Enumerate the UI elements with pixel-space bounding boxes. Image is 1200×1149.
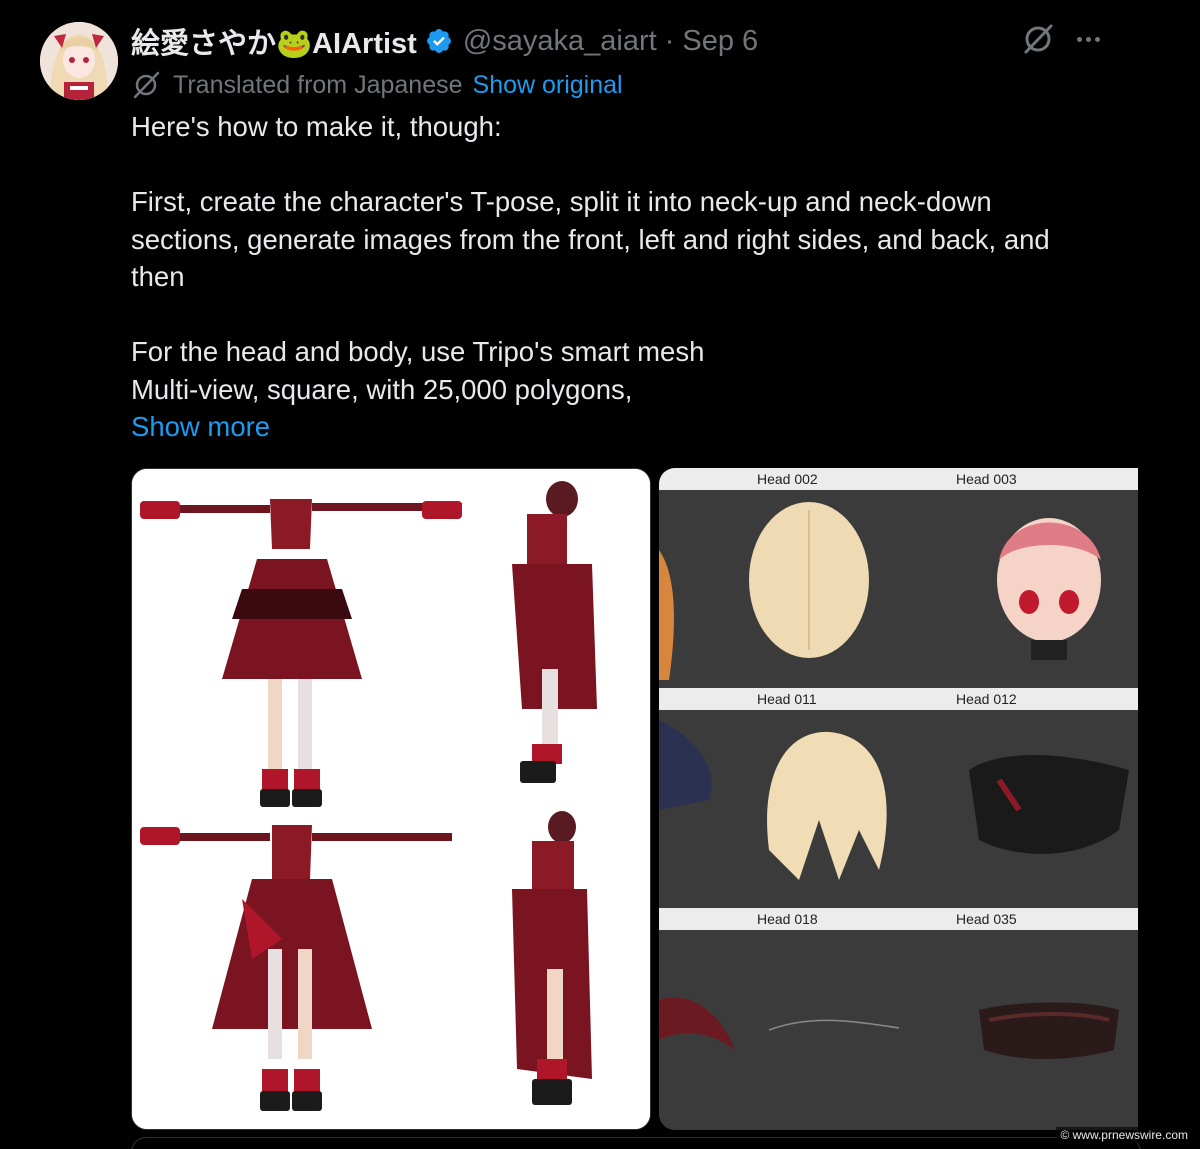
- tweet-line: First, create the character's T-pose, sp…: [131, 186, 992, 217]
- head-label: Head 035: [956, 911, 1017, 927]
- tweet-text: Here's how to make it, though: First, cr…: [131, 108, 1131, 446]
- translate-icon: [133, 71, 160, 99]
- character-sheet-illustration: [132, 469, 650, 1129]
- next-card-edge: [131, 1137, 1141, 1149]
- head-label: Head 012: [956, 691, 1017, 707]
- head-label-band: Head 011 Head 012: [659, 688, 1138, 710]
- head-label-band: Head 002 Head 003: [659, 468, 1138, 490]
- display-name[interactable]: 絵愛さやか🐸AIArtist: [131, 20, 417, 62]
- head-label: Head 011: [757, 691, 817, 707]
- tweet-line: Multi-view, square, with 25,000 polygons…: [131, 373, 633, 405]
- head-label: Head 018: [757, 911, 818, 927]
- grok-icon[interactable]: [1021, 22, 1055, 56]
- tweet-blank-line: [131, 296, 1131, 334]
- show-original-link[interactable]: Show original: [473, 71, 623, 100]
- head-label: Head 003: [956, 471, 1017, 487]
- tweet-line: then: [131, 261, 185, 292]
- tweet-header: 絵愛さやか🐸AIArtist @sayaka_aiart · Sep 6: [131, 20, 758, 62]
- tweet-line: Here's how to make it, though:: [131, 111, 502, 142]
- show-more-link[interactable]: Show more: [131, 408, 1131, 446]
- media-image-head-parts[interactable]: Head 002 Head 003 Head 011 Head 012 Head…: [659, 468, 1138, 1130]
- tweet-line: sections, generate images from the front…: [131, 223, 1050, 255]
- translated-label: Translated from Japanese: [173, 70, 463, 99]
- timestamp[interactable]: Sep 6: [682, 25, 758, 58]
- head-label: Head 002: [757, 471, 818, 487]
- handle[interactable]: @sayaka_aiart: [463, 25, 657, 58]
- head-row-3: [659, 930, 1138, 1130]
- head-row-1: [659, 490, 1138, 688]
- avatar[interactable]: [40, 22, 118, 100]
- separator: ·: [664, 24, 675, 57]
- head-label-band: Head 018 Head 035: [659, 908, 1138, 930]
- media-image-character-sheet[interactable]: [131, 468, 651, 1130]
- verified-badge-icon: [426, 29, 451, 53]
- tweet-blank-line: [131, 146, 1131, 184]
- watermark: © www.prnewswire.com: [1056, 1127, 1192, 1143]
- translation-row: Translated from Japanese Show original: [131, 66, 623, 104]
- tweet-line: For the head and body, use Tripo's smart…: [131, 336, 705, 367]
- more-options-icon[interactable]: [1068, 22, 1108, 56]
- head-row-2: [659, 710, 1138, 908]
